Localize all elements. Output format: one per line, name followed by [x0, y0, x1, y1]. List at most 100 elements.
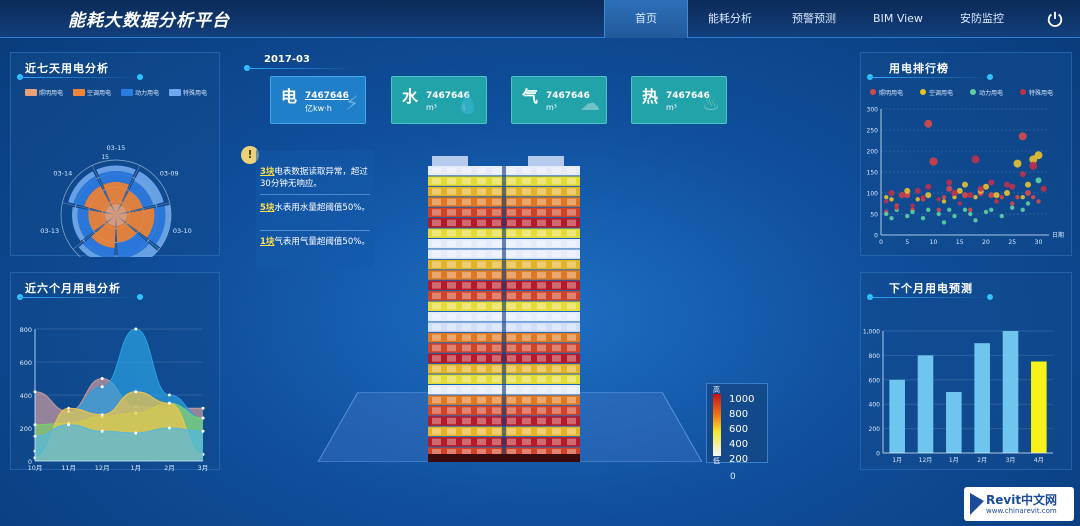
window	[537, 334, 546, 341]
window	[522, 282, 531, 289]
window	[447, 188, 456, 195]
legend-swatch	[920, 89, 926, 95]
window	[522, 344, 531, 352]
scatter-point	[962, 192, 968, 199]
scatter-point	[1010, 201, 1015, 206]
scatter-point	[962, 207, 968, 212]
window	[522, 428, 531, 435]
window	[552, 417, 561, 425]
nav-bim-view[interactable]: BIM View	[856, 0, 940, 38]
window	[477, 167, 486, 174]
window	[462, 240, 471, 247]
y-tick-label: 600	[869, 377, 881, 384]
alert-item[interactable]: 1块气表用气量超阈值50%。	[260, 236, 372, 248]
y-tick-label: 250	[867, 128, 879, 135]
water-card[interactable]: 水 7467646 m³ 💧	[391, 76, 487, 124]
window	[447, 386, 456, 393]
window	[552, 355, 561, 362]
window	[462, 428, 471, 435]
window	[477, 198, 486, 206]
window	[537, 323, 546, 331]
window	[507, 209, 516, 216]
window	[492, 167, 501, 174]
window	[522, 271, 531, 279]
data-point	[100, 413, 104, 417]
window	[447, 407, 456, 414]
window	[552, 271, 561, 279]
nav-energy-analysis[interactable]: 能耗分析	[688, 0, 772, 38]
window	[477, 230, 486, 237]
window	[537, 438, 546, 446]
window	[432, 167, 441, 174]
window	[477, 428, 486, 435]
window	[567, 334, 576, 341]
window	[522, 177, 531, 185]
legend-swatch	[1020, 89, 1026, 95]
cloud-icon: ☁	[580, 91, 600, 115]
window	[552, 438, 561, 446]
window	[507, 292, 516, 300]
scatter-point	[1020, 195, 1025, 200]
x-tick-label: 1月	[949, 457, 959, 464]
window	[522, 386, 531, 393]
scatter-point	[888, 190, 895, 196]
window	[492, 230, 501, 237]
gas-card[interactable]: 气 7467646 m³ ☁	[511, 76, 607, 124]
window	[552, 219, 561, 227]
electricity-card[interactable]: 电 7467646 亿kw·h ⚡	[270, 76, 366, 124]
bim-building-model[interactable]	[428, 156, 580, 462]
window	[567, 355, 576, 362]
window	[552, 209, 561, 216]
window	[462, 376, 471, 383]
scatter-point	[1018, 132, 1027, 141]
scatter-point	[1040, 185, 1047, 192]
polar-category-label: 03-15	[107, 144, 126, 152]
window	[507, 365, 516, 373]
scatter-point	[920, 216, 926, 221]
scatter-point	[999, 213, 1004, 219]
y-tick-label: 600	[20, 359, 32, 367]
roof-structure	[432, 156, 468, 166]
scatter-point	[952, 213, 957, 219]
legend-swatch	[25, 89, 37, 96]
window	[477, 355, 486, 362]
window	[567, 303, 576, 310]
window	[492, 428, 501, 435]
window	[537, 261, 546, 268]
window	[552, 428, 561, 435]
window	[567, 376, 576, 383]
heat-card[interactable]: 热 7467646 m³ ♨	[631, 76, 727, 124]
card-value: 7467646	[305, 91, 349, 101]
alert-item[interactable]: 3块电表数据读取异常，超过30分钟无响应。	[260, 166, 372, 190]
window	[537, 188, 546, 195]
data-point	[167, 393, 171, 397]
scatter-point	[1025, 190, 1031, 196]
window	[477, 219, 486, 227]
window	[447, 376, 456, 383]
x-tick-label: 20	[982, 239, 990, 246]
window	[552, 407, 561, 414]
window	[462, 407, 471, 414]
window	[447, 355, 456, 362]
window	[492, 376, 501, 383]
nav-security[interactable]: 安防监控	[940, 0, 1024, 38]
scatter-point	[1004, 181, 1010, 188]
nav-home[interactable]: 首页	[604, 0, 688, 38]
window	[507, 230, 516, 237]
window	[447, 219, 456, 227]
window	[432, 230, 441, 237]
power-icon[interactable]	[1046, 10, 1064, 28]
window	[432, 261, 441, 268]
watermark-text: Revit中文网	[986, 493, 1058, 507]
data-point	[134, 390, 138, 394]
alert-item[interactable]: 5块水表用水量超阈值50%。	[260, 202, 372, 214]
window	[552, 396, 561, 404]
window	[552, 240, 561, 247]
heat-gradient-bar	[713, 394, 721, 456]
x-tick-label: 3月	[198, 464, 209, 471]
y-tick-label: 200	[867, 149, 879, 156]
nav-warning-forecast[interactable]: 预警预测	[772, 0, 856, 38]
window	[477, 261, 486, 268]
window	[477, 438, 486, 446]
scatter-point	[936, 211, 941, 217]
